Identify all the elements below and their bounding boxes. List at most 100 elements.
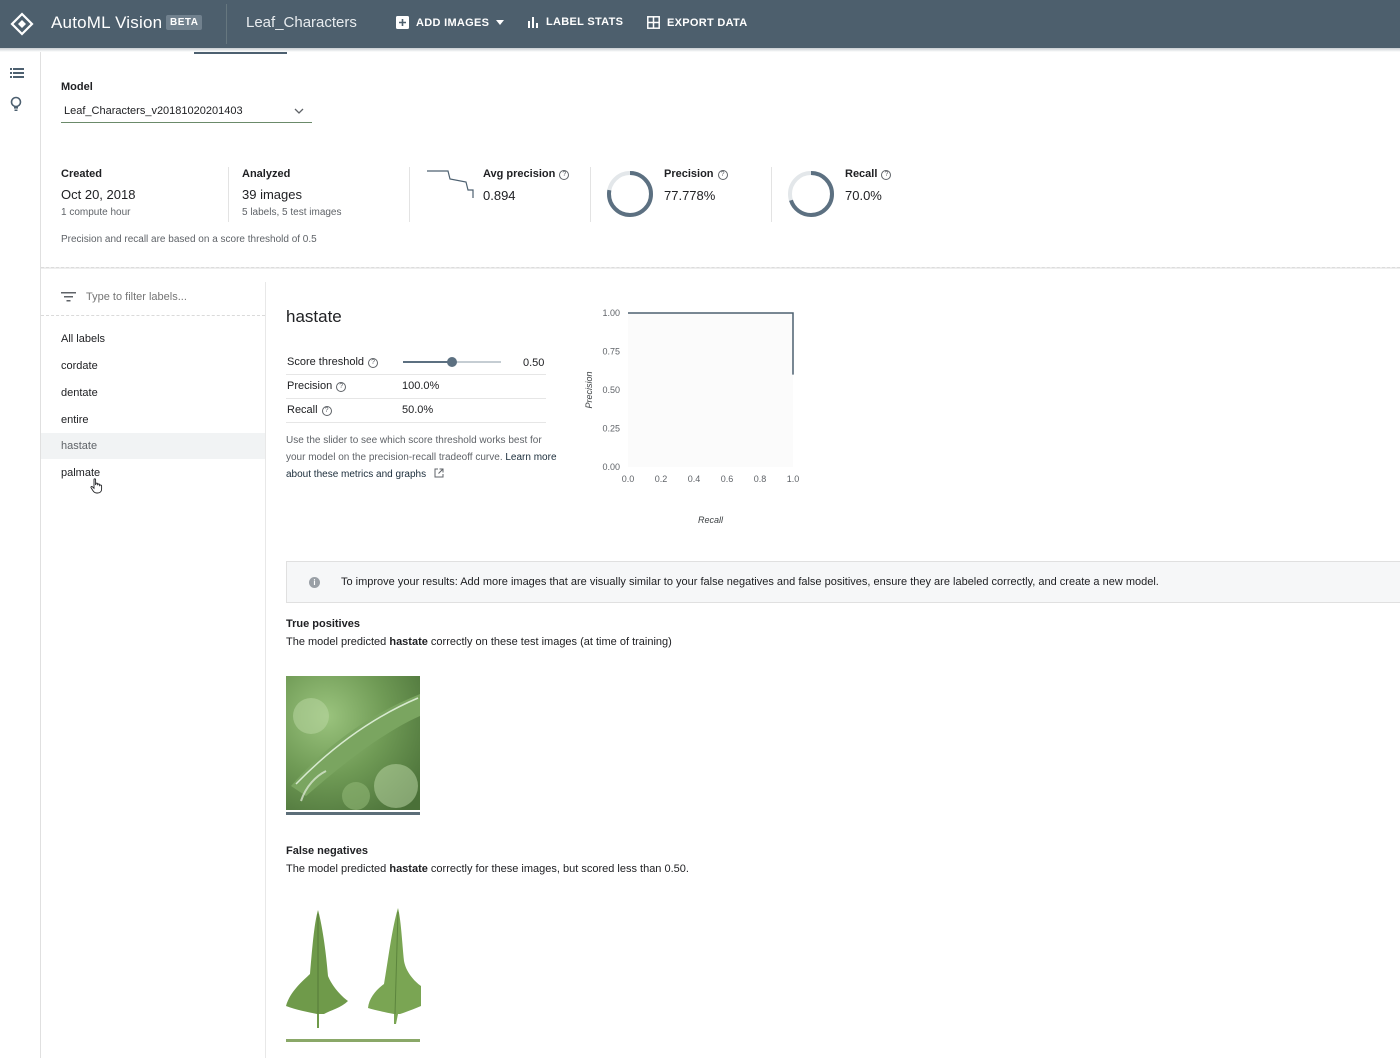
label-item-cordate[interactable]: cordate	[41, 353, 265, 379]
analyzed-value: 39 images	[242, 187, 302, 202]
created-sub: 1 compute hour	[61, 207, 131, 218]
precision-value: 77.778%	[664, 188, 716, 203]
detail-recall-value: 50.0%	[402, 404, 434, 416]
y-tick-label: 0.00	[602, 462, 620, 472]
x-tick-label: 0.8	[754, 474, 767, 484]
add-images-label: ADD IMAGES	[416, 16, 490, 29]
false-negative-image[interactable]	[354, 906, 421, 1034]
help-icon[interactable]: ?	[321, 406, 332, 416]
false-negatives-title: False negatives	[286, 845, 368, 857]
recall-ring-chart	[788, 171, 834, 217]
y-tick-label: 0.75	[602, 347, 620, 357]
dropdown-arrow-icon	[496, 20, 505, 25]
export-data-button[interactable]: EXPORT DATA	[647, 16, 748, 29]
stat-divider	[228, 167, 229, 222]
x-axis-label: Recall	[698, 515, 724, 525]
left-rail	[0, 52, 41, 1058]
stat-divider	[409, 167, 410, 222]
info-icon: i	[309, 577, 320, 588]
x-tick-label: 0.4	[688, 474, 701, 484]
bar-chart-icon	[528, 16, 538, 28]
filter-icon	[61, 292, 76, 302]
label-stats-button[interactable]: LABEL STATS	[528, 16, 623, 28]
list-divider	[265, 282, 266, 1058]
score-threshold-row: Score threshold?	[286, 351, 546, 375]
x-tick-label: 0.0	[622, 474, 635, 484]
label-item-entire[interactable]: entire	[41, 407, 265, 433]
topbar-divider	[226, 4, 227, 44]
detail-precision-value: 100.0%	[402, 380, 440, 392]
recall-row: Recall? 50.0%	[286, 399, 546, 423]
label-item-all[interactable]: All labels	[41, 326, 265, 352]
beta-badge: BETA	[166, 15, 203, 30]
avg-precision-sparkline	[427, 170, 474, 198]
plot-area	[628, 313, 793, 467]
top-app-bar: AutoML Vision BETA Leaf_Characters ADD I…	[0, 0, 1400, 48]
filter-input[interactable]	[86, 291, 236, 303]
detail-precision-label-text: Precision	[287, 380, 333, 392]
filter-underline	[41, 315, 265, 316]
precision-row: Precision? 100.0%	[286, 375, 546, 399]
label-item-palmate[interactable]: palmate	[41, 460, 265, 486]
recall-label: Recall?	[845, 168, 892, 180]
detail-recall-label-text: Recall	[287, 404, 318, 416]
help-icon[interactable]: ?	[881, 170, 892, 180]
created-value: Oct 20, 2018	[61, 187, 136, 202]
detail-title: hastate	[286, 307, 342, 326]
y-tick-label: 0.50	[602, 385, 620, 395]
dataset-name: Leaf_Characters	[246, 14, 357, 31]
x-tick-label: 0.2	[655, 474, 668, 484]
grid-icon	[647, 16, 660, 29]
automl-logo-icon[interactable]	[10, 12, 34, 36]
banner-text: To improve your results: Add more images…	[341, 576, 1159, 588]
false-negative-image[interactable]	[286, 906, 353, 1034]
true-positive-image[interactable]	[286, 676, 420, 810]
false-negatives-desc: The model predicted hastate correctly fo…	[286, 863, 689, 875]
threshold-slider-thumb[interactable]	[447, 357, 457, 367]
tp-desc-post: correctly on these test images (at time …	[427, 636, 672, 648]
x-tick-label: 1.0	[787, 474, 800, 484]
lightbulb-icon[interactable]	[10, 96, 26, 112]
recall-label-text: Recall	[845, 168, 878, 180]
avg-precision-value: 0.894	[483, 188, 516, 203]
y-tick-label: 1.00	[602, 308, 620, 318]
label-item-hastate[interactable]: hastate	[41, 433, 265, 459]
precision-ring-chart	[607, 171, 653, 217]
model-select[interactable]: Leaf_Characters_v20181020201403	[61, 102, 312, 123]
add-images-button[interactable]: ADD IMAGES	[396, 16, 505, 29]
analyzed-sub: 5 labels, 5 test images	[242, 207, 342, 218]
true-positives-desc: The model predicted hastate correctly on…	[286, 636, 672, 648]
score-threshold-label: Score threshold?	[287, 356, 379, 368]
avg-precision-label: Avg precision?	[483, 168, 570, 180]
model-label: Model	[61, 81, 93, 93]
help-icon[interactable]: ?	[368, 358, 379, 368]
true-positive-indicator	[286, 812, 420, 815]
label-item-dentate[interactable]: dentate	[41, 380, 265, 406]
score-threshold-label-text: Score threshold	[287, 356, 365, 368]
analyzed-label: Analyzed	[242, 168, 291, 180]
tp-desc-pre: The model predicted	[286, 636, 390, 648]
threshold-note: Precision and recall are based on a scor…	[61, 234, 317, 245]
detail-precision-label: Precision?	[287, 380, 347, 392]
help-icon[interactable]: ?	[559, 170, 570, 180]
avg-precision-label-text: Avg precision	[483, 168, 556, 180]
active-tab-indicator	[194, 52, 287, 54]
help-icon[interactable]: ?	[717, 170, 728, 180]
threshold-slider-fill	[403, 361, 452, 363]
precision-label: Precision?	[664, 168, 728, 180]
app-title: AutoML Vision	[51, 13, 163, 32]
improve-results-banner: i To improve your results: Add more imag…	[286, 561, 1400, 603]
label-stats-label: LABEL STATS	[546, 16, 624, 28]
add-box-icon	[396, 16, 409, 29]
chevron-down-icon	[294, 105, 304, 117]
open-in-new-icon	[434, 468, 444, 478]
fn-desc-pre: The model predicted	[286, 863, 390, 875]
stat-divider	[771, 167, 772, 222]
created-label: Created	[61, 168, 102, 180]
help-icon[interactable]: ?	[336, 382, 347, 392]
y-axis-label: Precision	[584, 371, 594, 408]
label-filter[interactable]	[61, 291, 236, 303]
precision-label-text: Precision	[664, 168, 714, 180]
list-icon[interactable]	[10, 66, 26, 82]
fn-desc-label: hastate	[389, 863, 428, 875]
